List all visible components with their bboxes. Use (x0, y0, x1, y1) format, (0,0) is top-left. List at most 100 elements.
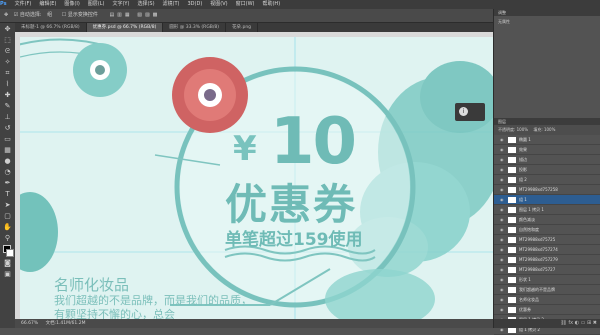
eye-icon[interactable]: ◉ (500, 255, 505, 264)
layer-row[interactable]: ◉ 优惠券 (494, 305, 600, 315)
menu-item[interactable]: 文字(Y) (112, 1, 129, 7)
layer-row[interactable]: ◉ MT29988xd757274 (494, 245, 600, 255)
link-icon[interactable]: ⛓ (560, 320, 566, 326)
properties-panel-title[interactable]: 调整 (494, 9, 600, 16)
eye-icon[interactable]: ◉ (500, 185, 505, 194)
eye-icon[interactable]: ◉ (500, 275, 505, 284)
auto-select-checkbox[interactable]: ☑ (14, 12, 18, 18)
layer-row[interactable]: ◉ 投影 (494, 165, 600, 175)
menu-item[interactable]: 文件(F) (15, 1, 32, 7)
layer-row[interactable]: ◉ 自然饱和度 (494, 225, 600, 235)
eraser-icon[interactable]: ▭ (3, 135, 12, 144)
eye-icon[interactable]: ◉ (500, 175, 505, 184)
layer-row[interactable]: ◉ 颜色减淡 (494, 215, 600, 225)
eye-icon[interactable]: ◉ (500, 305, 505, 314)
eye-icon[interactable]: ◉ (500, 285, 505, 294)
layer-row[interactable]: ◉ 组 1 (494, 195, 600, 205)
new-group-icon[interactable]: ▭ (581, 320, 586, 326)
zoom-icon[interactable]: ⚲ (3, 234, 12, 243)
screen-mode-icon[interactable]: ▣ (3, 270, 12, 279)
gradient-icon[interactable]: ▦ (3, 146, 12, 155)
fill-field[interactable]: 填充: 100% (533, 127, 555, 132)
eye-icon[interactable]: ◉ (500, 235, 505, 244)
menu-item[interactable]: 帮助(H) (262, 1, 280, 7)
layer-row[interactable]: ◉ 椭圆 1 (494, 135, 600, 145)
type-icon[interactable]: T (3, 190, 12, 199)
lasso-icon[interactable]: ᘓ (3, 47, 12, 56)
eye-icon[interactable]: ◉ (500, 155, 505, 164)
properties-empty-label: 无属性 (498, 19, 510, 24)
fx-icon[interactable]: fx (568, 320, 573, 326)
hand-icon[interactable]: ✋ (3, 223, 12, 232)
menu-item[interactable]: 滤镜(T) (163, 1, 180, 7)
eye-icon[interactable]: ◉ (500, 145, 505, 154)
layer-row[interactable]: ◉ 组 2 (494, 175, 600, 185)
layer-name: 组 1 (519, 197, 527, 202)
layer-row[interactable]: ◉ 描边 (494, 155, 600, 165)
menu-item[interactable]: 图像(I) (64, 1, 79, 7)
quick-mask-icon[interactable]: ◙ (3, 259, 12, 268)
eye-icon[interactable]: ◉ (500, 295, 505, 304)
document-tab[interactable]: 优惠券.psd @ 66.7% (RGB/8) (86, 23, 164, 32)
layer-name: 名师化妆品 (519, 297, 539, 302)
layer-row[interactable]: ◉ 名师化妆品 (494, 295, 600, 305)
eye-icon[interactable]: ◉ (500, 135, 505, 144)
eye-icon[interactable]: ◉ (500, 205, 505, 214)
layer-row[interactable]: ◉ 我们超越的不是品牌 (494, 285, 600, 295)
layer-row[interactable]: ◉ MT29988xd75725 (494, 235, 600, 245)
crop-icon[interactable]: ⌗ (3, 69, 12, 78)
layer-row[interactable]: ◉ MT29988xd75727 (494, 265, 600, 275)
menu-item[interactable]: 编辑(E) (39, 1, 56, 7)
menu-item[interactable]: 图层(L) (88, 1, 105, 7)
menu-item[interactable]: 选择(S) (137, 1, 154, 7)
menu-item[interactable]: 3D(D) (188, 1, 203, 7)
document-tab[interactable]: 圆形 @ 33.3% (RGB/8) (163, 23, 227, 32)
layer-row[interactable]: ◉ 效果 (494, 145, 600, 155)
document-tab[interactable]: 未标题-1 @ 66.7% (RGB/8) (15, 23, 87, 32)
group-dropdown[interactable]: 组 (47, 12, 52, 18)
new-layer-icon[interactable]: ⊞ (587, 320, 591, 326)
document-canvas[interactable]: ¥ 10 优惠券 单笔超过159使用 名师化妆品 我们超越的不是品牌，而是我们的… (20, 37, 493, 319)
blur-icon[interactable]: ● (3, 157, 12, 166)
stamp-icon[interactable]: ⊥ (3, 113, 12, 122)
history-brush-icon[interactable]: ↺ (3, 124, 12, 133)
layer-row[interactable]: ◉ MT29988xd757258 (494, 185, 600, 195)
info-popup[interactable]: i (455, 103, 485, 121)
layer-row[interactable]: ◉ 形状 1 (494, 275, 600, 285)
move-icon[interactable]: ✥ (3, 25, 12, 34)
layers-panel-title[interactable]: 图层 (494, 118, 600, 125)
eye-icon[interactable]: ◉ (500, 265, 505, 274)
eye-icon[interactable]: ◉ (500, 215, 505, 224)
healing-icon[interactable]: ✚ (3, 91, 12, 100)
brush-icon[interactable]: ✎ (3, 102, 12, 111)
eyedropper-icon[interactable]: ⌇ (3, 80, 12, 89)
menu-item[interactable]: 窗口(W) (236, 1, 255, 7)
eye-icon[interactable]: ◉ (500, 195, 505, 204)
mask-icon[interactable]: ◐ (575, 320, 579, 326)
info-icon[interactable]: i (459, 107, 468, 116)
path-select-icon[interactable]: ➤ (3, 201, 12, 210)
eye-icon[interactable]: ◉ (500, 225, 505, 234)
shape-icon[interactable]: ▢ (3, 212, 12, 221)
dodge-icon[interactable]: ◔ (3, 168, 12, 177)
magic-wand-icon[interactable]: ✧ (3, 58, 12, 67)
document-tab[interactable]: 花朵.png (226, 23, 259, 32)
eye-icon[interactable]: ◉ (500, 165, 505, 174)
move-tool-icon[interactable]: ✥ (4, 12, 8, 18)
color-swatch-icon[interactable] (3, 245, 14, 257)
align-icons[interactable]: ▤▥▦ ▧▨▩ (109, 12, 160, 18)
marquee-icon[interactable]: ⬚ (3, 36, 12, 45)
layers-footer: ⛓ fx ◐ ▭ ⊞ ✖ (494, 319, 600, 328)
layer-row[interactable]: ◉ 图层 1 拷贝 1 (494, 205, 600, 215)
zoom-level[interactable]: 66.67% (21, 321, 38, 326)
menu-item[interactable]: 视图(V) (210, 1, 227, 7)
layer-row[interactable]: ◉ MT29988xd757279 (494, 255, 600, 265)
eye-icon[interactable]: ◉ (500, 245, 505, 254)
opacity-field[interactable]: 不透明度: 100% (498, 127, 528, 132)
trash-icon[interactable]: ✖ (593, 320, 597, 326)
pen-icon[interactable]: ✒ (3, 179, 12, 188)
show-transform-checkbox[interactable]: ☐ (62, 12, 66, 18)
layers-options: 不透明度: 100% 填充: 100% (494, 125, 600, 135)
layer-name: 椭圆 1 (519, 137, 531, 142)
properties-panel: 无属性 (494, 16, 600, 118)
